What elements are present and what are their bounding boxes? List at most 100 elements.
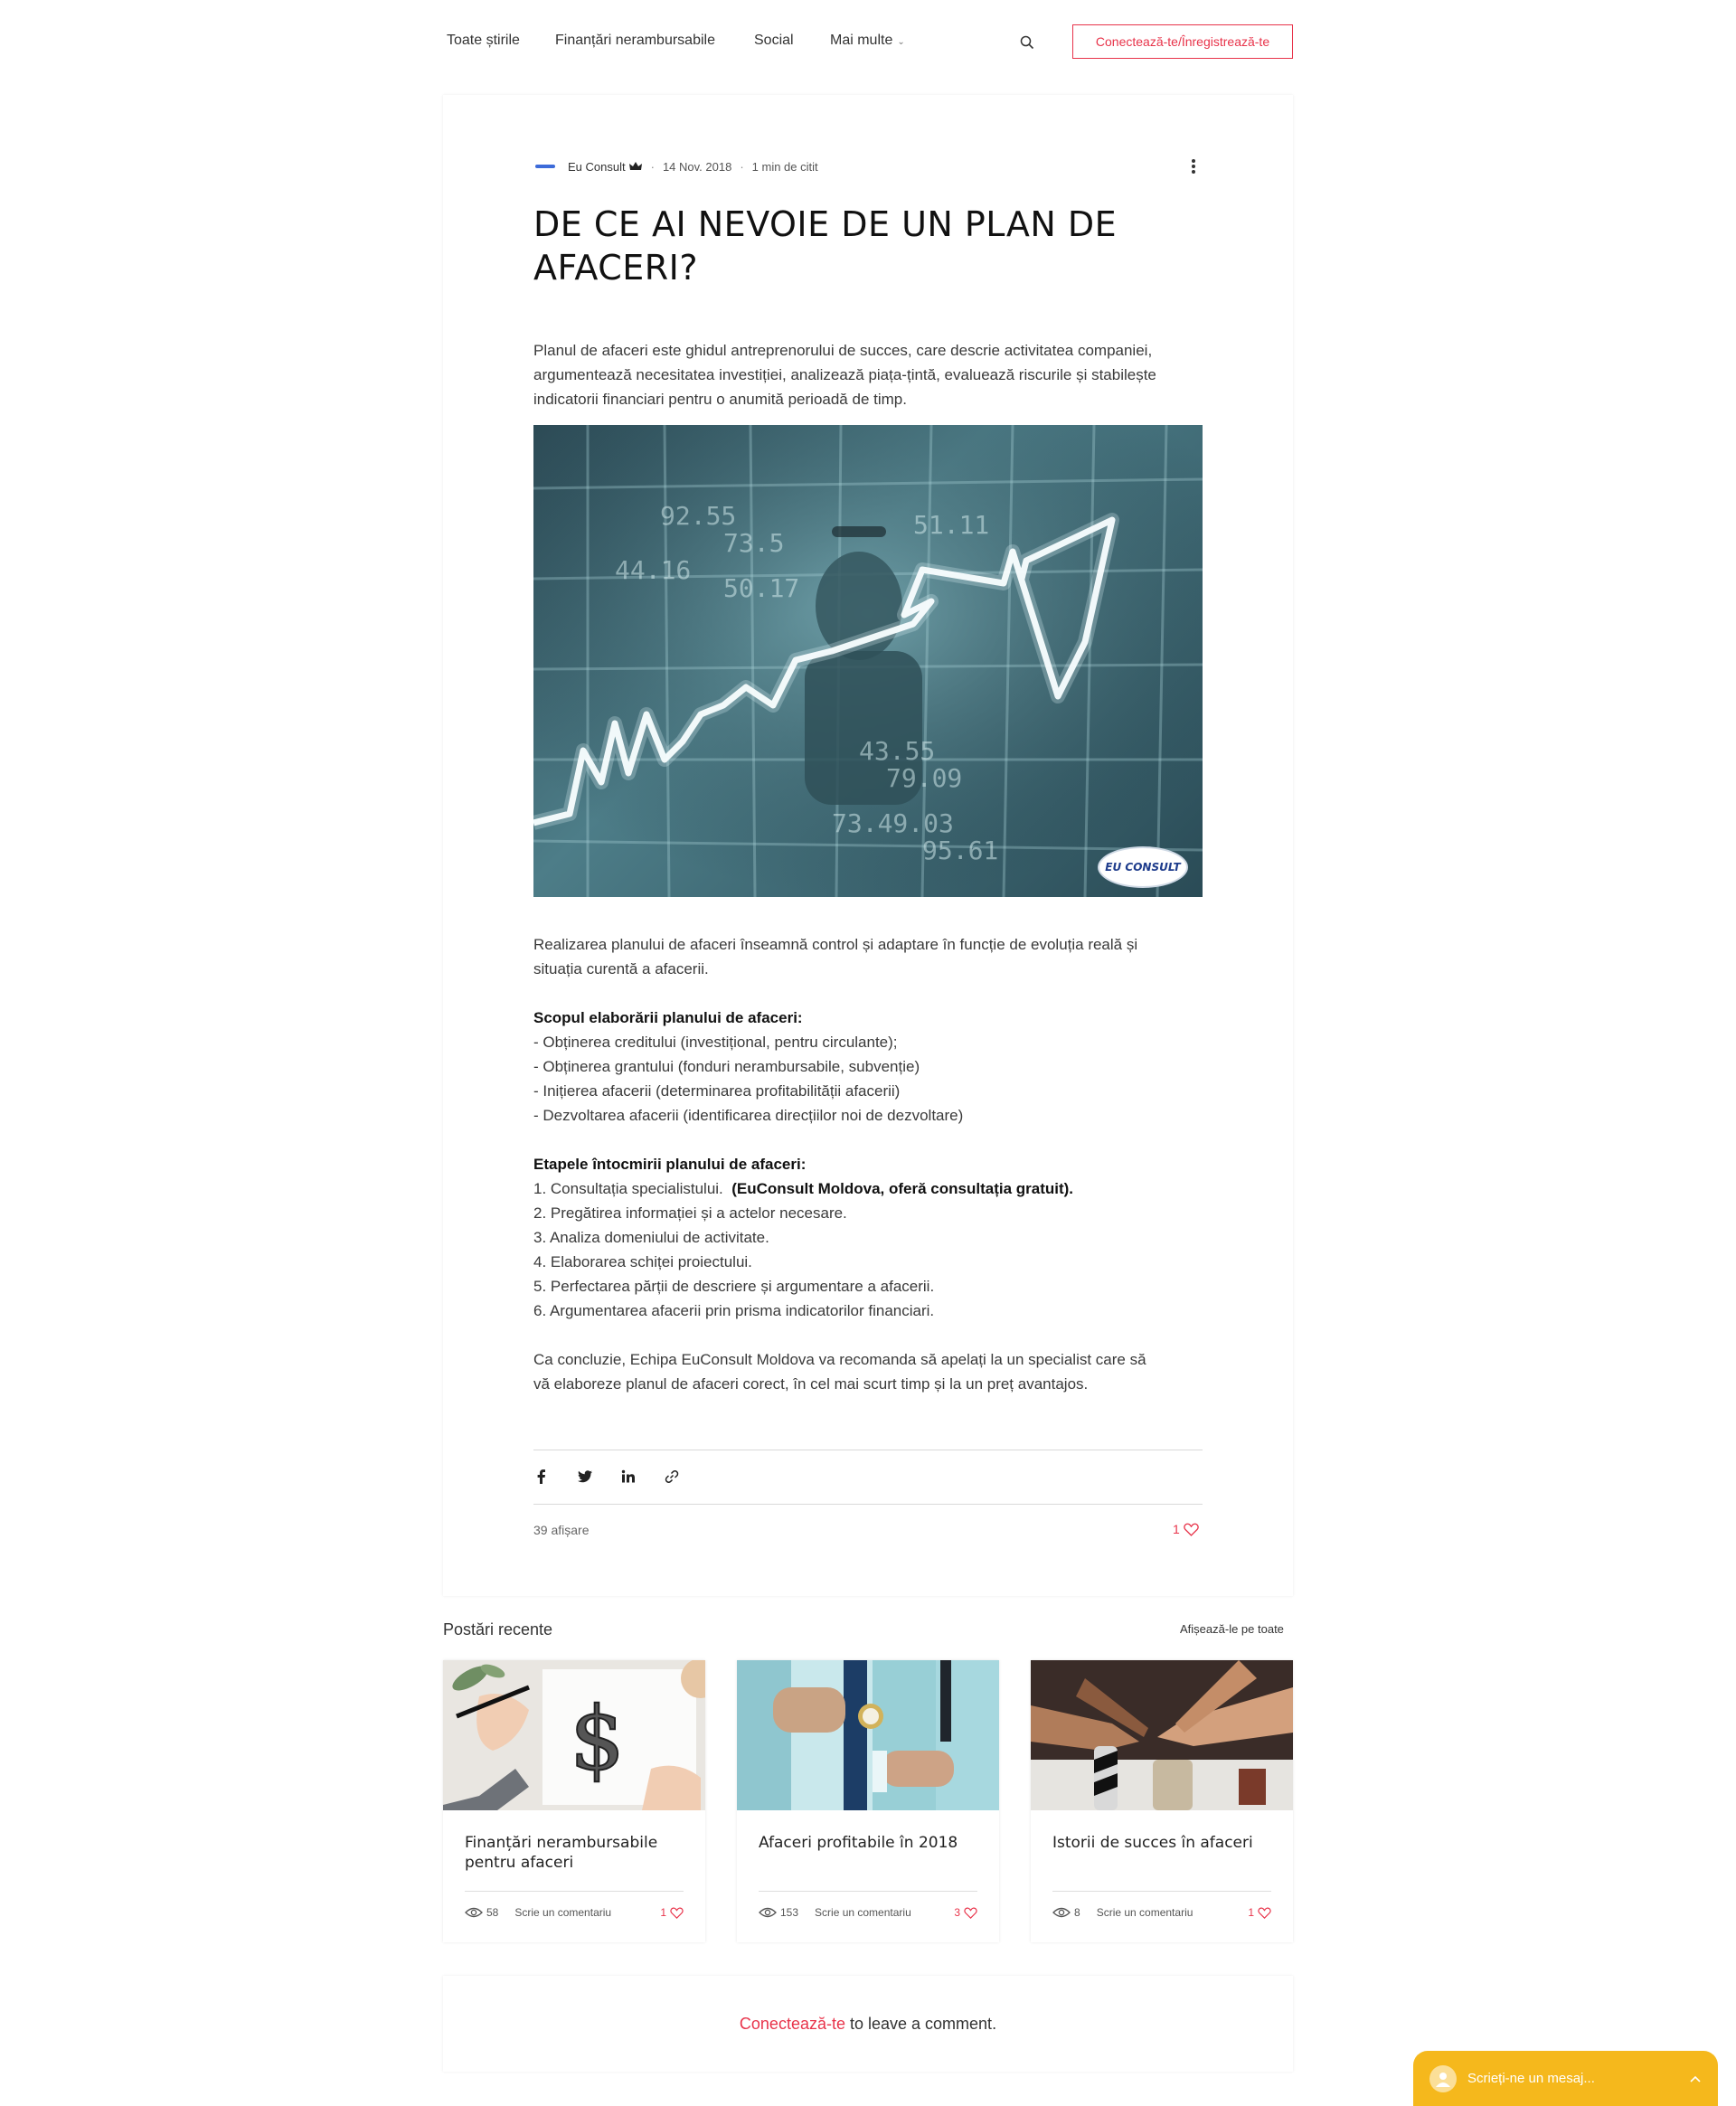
like-button[interactable]: 1 — [1248, 1906, 1271, 1919]
conclusion-line: vă elaboreze planul de afaceri corect, î… — [533, 1375, 1089, 1393]
conclusion-line: Ca concluzie, Echipa EuConsult Moldova v… — [533, 1351, 1146, 1368]
recent-post-card[interactable]: $ Finanțări nerambursabile pentru afacer… — [443, 1660, 705, 1942]
chevron-up-icon[interactable] — [1689, 2074, 1702, 2083]
conclusion-paragraph: Ca concluzie, Echipa EuConsult Moldova v… — [533, 1347, 1203, 1396]
nav-social[interactable]: Social — [754, 33, 794, 49]
svg-text:92.55: 92.55 — [660, 501, 736, 531]
svg-text:43.55: 43.55 — [859, 736, 935, 766]
comment-prompt: to leave a comment. — [849, 2014, 997, 2033]
scope-item: - Obținerea grantului (fonduri neramburs… — [533, 1058, 920, 1075]
post-meta: Eu Consult · 14 Nov. 2018 · 1 min de cit… — [533, 156, 818, 177]
recent-post-stats: 58 Scrie un comentariu 1 — [465, 1904, 684, 1921]
intro-line: Planul de afaceri este ghidul antrepreno… — [533, 342, 1153, 359]
body-line: Realizarea planului de afaceri înseamnă … — [533, 936, 1138, 953]
heart-icon — [1258, 1907, 1271, 1919]
write-comment-link[interactable]: Scrie un comentariu — [815, 1906, 911, 1919]
divider — [759, 1891, 977, 1892]
like-count: 1 — [1173, 1522, 1180, 1536]
eu-consult-logo: EU CONSULT — [1098, 846, 1188, 888]
recent-post-stats: 8 Scrie un comentariu 1 — [1052, 1904, 1271, 1921]
heart-icon — [670, 1907, 684, 1919]
chat-placeholder: Scrieți-ne un mesaj... — [1467, 2071, 1595, 2086]
like-count: 1 — [660, 1906, 666, 1919]
twitter-icon[interactable] — [577, 1469, 593, 1485]
like-button[interactable]: 3 — [954, 1906, 977, 1919]
recent-post-image — [737, 1660, 999, 1810]
post-title: DE CE AI NEVOIE DE UN PLAN DE AFACERI? — [533, 204, 1118, 288]
write-comment-link[interactable]: Scrie un comentariu — [1097, 1906, 1194, 1919]
title-line: pentru afaceri — [465, 1854, 574, 1872]
author-name[interactable]: Eu Consult — [568, 160, 626, 174]
heart-icon — [1184, 1523, 1199, 1536]
intro-line: argumentează necesitatea investiției, an… — [533, 366, 1156, 383]
intro-paragraph: Planul de afaceri este ghidul antrepreno… — [533, 338, 1203, 411]
author-avatar[interactable] — [533, 160, 557, 173]
recent-post-image: $ — [443, 1660, 705, 1810]
more-options-icon[interactable] — [1190, 157, 1197, 175]
steps-section: Etapele întocmirii planului de afaceri: … — [533, 1152, 1203, 1323]
svg-text:79.09: 79.09 — [886, 763, 962, 793]
logo-text: EU CONSULT — [1105, 861, 1181, 874]
view-count: 153 — [780, 1906, 799, 1919]
view-count: 58 — [486, 1906, 499, 1919]
post-date: 14 Nov. 2018 — [662, 159, 732, 174]
eye-icon — [759, 1907, 777, 1918]
link-icon[interactable] — [664, 1469, 680, 1485]
step-item: 4. Elaborarea schiței proiectului. — [533, 1253, 752, 1270]
scope-item: - Obținerea creditului (investițional, p… — [533, 1034, 898, 1051]
nav-grants[interactable]: Finanțări nerambursabile — [555, 33, 715, 49]
eye-icon — [1052, 1907, 1071, 1918]
write-comment-link[interactable]: Scrie un comentariu — [514, 1906, 611, 1919]
chat-widget[interactable]: Scrieți-ne un mesaj... — [1413, 2051, 1718, 2106]
nav-all-news[interactable]: Toate știrile — [447, 33, 520, 49]
search-icon[interactable] — [1019, 34, 1035, 51]
nav-more[interactable]: Mai multe ⌄ — [830, 33, 905, 49]
svg-text:44.16: 44.16 — [615, 555, 691, 585]
svg-text:51.11: 51.11 — [913, 510, 989, 540]
title-line: Istorii de succes în afaceri — [1052, 1834, 1253, 1852]
recent-post-title: Afaceri profitabile în 2018 — [759, 1833, 980, 1853]
steps-heading: Etapele întocmirii planului de afaceri: — [533, 1156, 807, 1173]
step-item: 1. Consultația specialistului. (EuConsul… — [533, 1176, 1203, 1201]
recent-post-title: Finanțări nerambursabile pentru afaceri — [465, 1833, 686, 1873]
recent-post-stats: 153 Scrie un comentariu 3 — [759, 1904, 977, 1921]
login-signup-button[interactable]: Conectează-te/Înregistrează-te — [1072, 24, 1293, 59]
title-line: Finanțări nerambursabile — [465, 1834, 658, 1852]
step-item: 2. Pregătirea informației și a actelor n… — [533, 1204, 847, 1222]
like-count: 3 — [954, 1906, 960, 1919]
title-line: Afaceri profitabile în 2018 — [759, 1834, 958, 1852]
svg-text:73.49.03: 73.49.03 — [832, 808, 954, 838]
eye-icon — [465, 1907, 483, 1918]
step-item: 3. Analiza domeniului de activitate. — [533, 1229, 769, 1246]
linkedin-icon[interactable] — [620, 1469, 637, 1485]
see-all-link[interactable]: Afișează-le pe toate — [1180, 1622, 1284, 1636]
recent-post-card[interactable]: Istorii de succes în afaceri 8 Scrie un … — [1031, 1660, 1293, 1942]
step-highlight: (EuConsult Moldova, oferă consultația gr… — [731, 1180, 1074, 1197]
meta-separator: · — [740, 159, 744, 174]
step-item: 5. Perfectarea părții de descriere și ar… — [533, 1278, 935, 1295]
body-paragraph: Realizarea planului de afaceri înseamnă … — [533, 932, 1203, 981]
comment-section: Conectează-te to leave a comment. — [443, 1976, 1293, 2072]
scope-item: - Dezvoltarea afacerii (identificarea di… — [533, 1107, 964, 1124]
svg-text:73.5: 73.5 — [723, 528, 784, 558]
meta-separator: · — [650, 159, 655, 174]
svg-text:95.61: 95.61 — [922, 836, 998, 865]
crown-icon — [628, 162, 642, 170]
like-button[interactable]: 1 — [660, 1906, 684, 1919]
divider — [533, 1504, 1203, 1505]
top-navigation: Toate știrile Finanțări nerambursabile S… — [0, 0, 1736, 83]
post-hero-image[interactable]: 92.55 73.5 44.16 50.17 51.11 43.55 79.09 73.4… — [533, 425, 1203, 897]
facebook-icon[interactable] — [533, 1469, 550, 1485]
svg-text:$: $ — [570, 1688, 625, 1790]
heart-icon — [964, 1907, 977, 1919]
divider — [465, 1891, 684, 1892]
recent-post-card[interactable]: Afaceri profitabile în 2018 153 Scrie un… — [737, 1660, 999, 1942]
read-time: 1 min de citit — [751, 159, 818, 174]
like-count: 1 — [1248, 1906, 1254, 1919]
business-growth-illustration: 92.5573.5 44.16 50.17 51.11 43.55 79.09 73.4… — [533, 425, 1203, 897]
post-like-button[interactable]: 1 — [1173, 1522, 1199, 1536]
view-count: 8 — [1074, 1906, 1080, 1919]
comment-login-link[interactable]: Conectează-te — [740, 2015, 845, 2034]
step-text: 1. Consultația specialistului. — [533, 1180, 723, 1197]
recent-post-image — [1031, 1660, 1293, 1810]
